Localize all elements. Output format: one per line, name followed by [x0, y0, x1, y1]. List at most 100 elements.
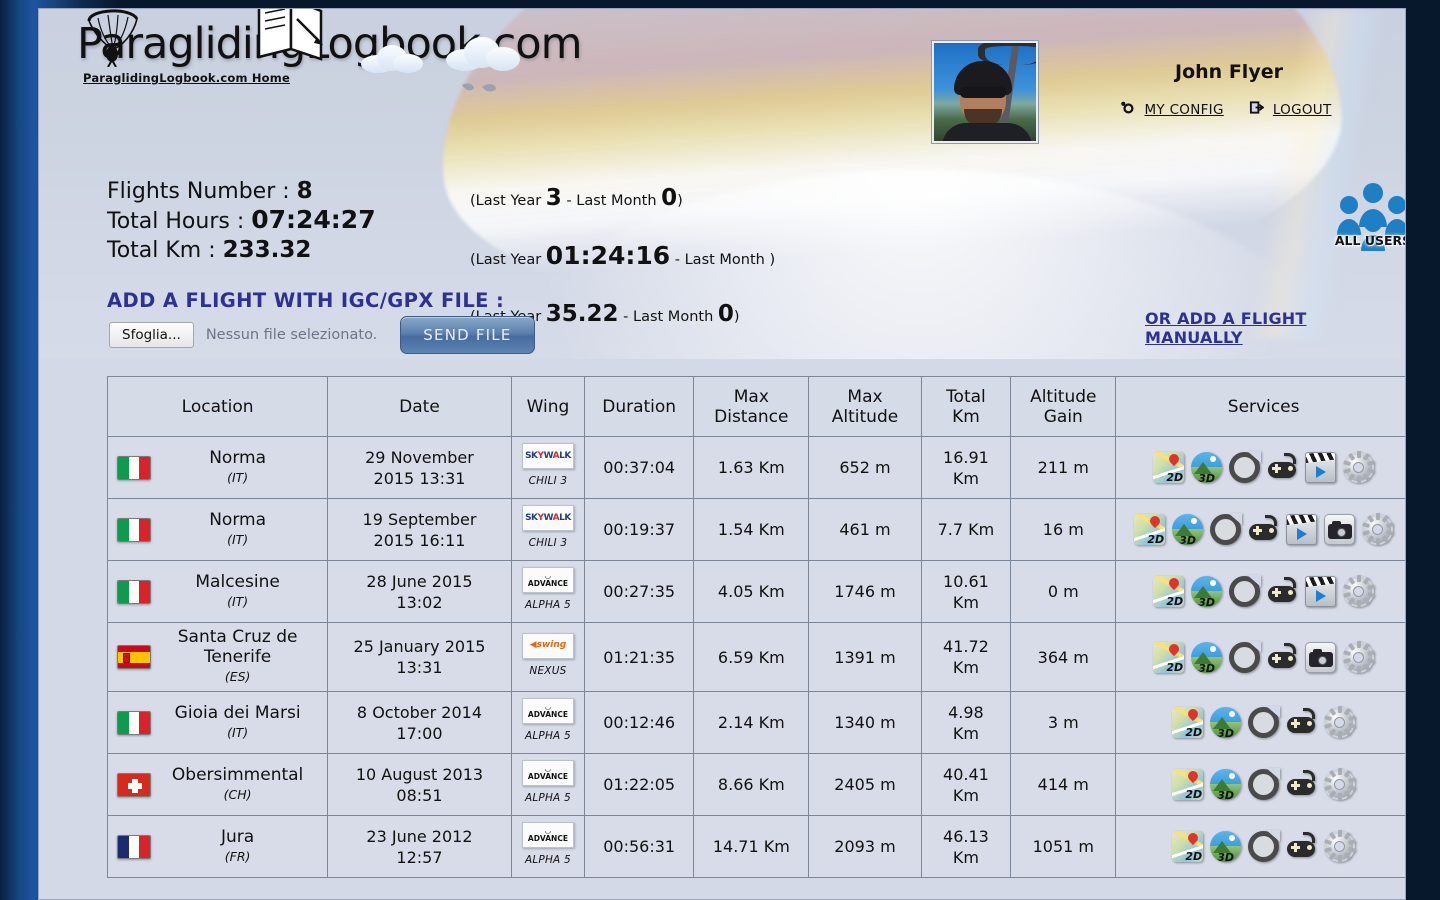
- all-users-label: ALL USERS: [1334, 233, 1406, 248]
- table-row[interactable]: Jura (FR) 23 June 2012 12:57 ◡ ADVANCE ALPHA 5…: [106, 815, 1405, 878]
- gear-icon[interactable]: [1324, 706, 1356, 738]
- flag-icon-it: [117, 579, 151, 604]
- 3d-map-icon[interactable]: 3D: [1191, 576, 1223, 607]
- stat-km-value: 233.32: [222, 237, 312, 263]
- cell-altitude-gain: 211 m: [1010, 436, 1117, 499]
- wing-model: NEXUS: [529, 664, 567, 677]
- th-altitude-gain[interactable]: Altitude Gain: [1010, 376, 1117, 437]
- replay-icon[interactable]: [1248, 768, 1281, 800]
- flag-icon-it: [117, 455, 151, 480]
- add-flight-manually-link[interactable]: OR ADD A FLIGHT MANUALLY: [1145, 309, 1405, 347]
- logout-link[interactable]: LOGOUT: [1273, 102, 1332, 118]
- cell-location: Norma (IT): [106, 436, 329, 499]
- replay-icon[interactable]: [1229, 451, 1262, 483]
- flag-icon-fr: [117, 834, 151, 859]
- cell-total-km: 7.7 Km: [920, 498, 1012, 561]
- cloud-icon-2: [446, 37, 520, 71]
- 3d-map-icon[interactable]: 3D: [1210, 707, 1242, 738]
- cell-date: 19 September 2015 16:11: [327, 498, 512, 561]
- replay-icon[interactable]: [1229, 640, 1262, 673]
- cloud-icon-1: [361, 45, 423, 73]
- gear-icon[interactable]: [1362, 513, 1394, 545]
- cell-services: 2D 3D: [1115, 815, 1405, 878]
- gear-icon[interactable]: [1343, 451, 1375, 483]
- game-icon[interactable]: [1286, 831, 1317, 862]
- replay-icon[interactable]: [1248, 706, 1281, 738]
- cell-services: 2D 3D: [1115, 436, 1405, 499]
- game-icon[interactable]: [1286, 769, 1317, 800]
- cell-max-distance: 6.59 Km: [693, 622, 810, 692]
- th-duration[interactable]: Duration: [584, 376, 695, 437]
- 2d-map-icon[interactable]: 2D: [1153, 576, 1185, 607]
- location-country: (IT): [227, 593, 249, 609]
- user-links: MY CONFIG LOGOUT: [1049, 99, 1405, 119]
- flag-icon-es: [117, 645, 151, 669]
- 3d-map-icon[interactable]: 3D: [1191, 452, 1223, 483]
- services-icon-group: 2D 3D: [1119, 513, 1405, 545]
- table-row[interactable]: Malcesine (IT) 28 June 2015 13:02 ◡ ADVANCE AL…: [106, 560, 1405, 623]
- gear-icon[interactable]: [1324, 768, 1356, 800]
- 2d-map-icon[interactable]: 2D: [1172, 769, 1204, 800]
- browser-page: ParaglidingLogbook.com ParaglidingLogboo…: [38, 8, 1406, 900]
- gear-icon[interactable]: [1324, 830, 1356, 862]
- cell-duration: 01:22:05: [584, 753, 695, 816]
- cell-altitude-gain: 364 m: [1010, 622, 1117, 692]
- location-name: Obersimmental (CH): [151, 765, 324, 805]
- 2d-map-icon[interactable]: 2D: [1153, 641, 1185, 673]
- send-file-button[interactable]: SEND FILE: [400, 316, 535, 354]
- replay-icon[interactable]: [1210, 513, 1243, 545]
- video-icon[interactable]: [1305, 576, 1337, 607]
- table-row[interactable]: Norma (IT) 29 November 2015 13:31 SKYWALK CHI…: [106, 436, 1405, 499]
- cell-wing: SKYWALK CHILI 3: [510, 498, 586, 561]
- th-total-km[interactable]: Total Km: [920, 376, 1012, 437]
- game-icon[interactable]: [1267, 452, 1298, 483]
- video-icon[interactable]: [1305, 452, 1337, 483]
- 2d-map-icon[interactable]: 2D: [1153, 452, 1185, 483]
- game-icon[interactable]: [1267, 642, 1298, 673]
- game-icon[interactable]: [1267, 576, 1298, 607]
- camera-icon[interactable]: [1305, 641, 1337, 673]
- cell-max-distance: 14.71 Km: [693, 815, 810, 878]
- location-name: Gioia dei Marsi (IT): [151, 703, 324, 743]
- wing-brand: ◡ ADVANCE: [527, 571, 568, 588]
- th-wing[interactable]: Wing: [510, 376, 586, 437]
- 3d-map-icon[interactable]: 3D: [1191, 641, 1223, 673]
- camera-icon[interactable]: [1324, 514, 1356, 545]
- stat-flights-value: 8: [296, 178, 313, 204]
- gear-icon[interactable]: [1343, 640, 1375, 673]
- cell-services: 2D 3D: [1115, 498, 1405, 561]
- 2d-map-icon[interactable]: 2D: [1134, 514, 1166, 545]
- th-location[interactable]: Location: [106, 376, 329, 437]
- browse-file-button[interactable]: Sfoglia...: [109, 322, 194, 348]
- table-row[interactable]: Norma (IT) 19 September 2015 16:11 SKYWALK CH…: [106, 498, 1405, 561]
- location-name: Norma (IT): [151, 510, 324, 550]
- table-row[interactable]: Obersimmental (CH) 10 August 2013 08:51 ◡ ADV…: [106, 753, 1405, 816]
- 3d-map-icon[interactable]: 3D: [1210, 769, 1242, 800]
- table-row[interactable]: Gioia dei Marsi (IT) 8 October 2014 17:00 ◡ A…: [106, 691, 1405, 754]
- video-icon[interactable]: [1286, 514, 1318, 545]
- stat-km-label: Total Km :: [107, 238, 216, 263]
- 2d-map-icon[interactable]: 2D: [1172, 707, 1204, 738]
- all-users-button[interactable]: ALL USERS: [1329, 179, 1406, 251]
- stat-hours-paren: (Last Year 01:24:16 - Last Month ): [470, 241, 776, 270]
- game-icon[interactable]: [1286, 707, 1317, 738]
- 3d-map-icon[interactable]: 3D: [1210, 831, 1242, 862]
- th-date[interactable]: Date: [327, 376, 512, 437]
- replay-icon[interactable]: [1229, 575, 1262, 607]
- services-icon-group: 2D 3D: [1119, 706, 1405, 738]
- my-config-link[interactable]: MY CONFIG: [1144, 102, 1223, 118]
- 2d-map-icon[interactable]: 2D: [1172, 831, 1204, 862]
- wing-brand: SKYWALK: [525, 512, 571, 523]
- cell-max-distance: 2.14 Km: [693, 691, 810, 754]
- flights-table-body: Norma (IT) 29 November 2015 13:31 SKYWALK CHI…: [106, 436, 1405, 878]
- gear-icon[interactable]: [1343, 575, 1375, 607]
- avatar: [932, 41, 1038, 143]
- 3d-map-icon[interactable]: 3D: [1172, 514, 1204, 545]
- th-max-altitude[interactable]: Max Altitude: [808, 376, 922, 437]
- replay-icon[interactable]: [1248, 830, 1281, 862]
- th-max-distance[interactable]: Max Distance: [693, 376, 810, 437]
- table-row[interactable]: Santa Cruz de Tenerife (ES) 25 January 201…: [106, 622, 1405, 692]
- game-icon[interactable]: [1248, 514, 1279, 545]
- home-link[interactable]: ParaglidingLogbook.com Home: [83, 71, 290, 85]
- cell-location: Obersimmental (CH): [106, 753, 329, 816]
